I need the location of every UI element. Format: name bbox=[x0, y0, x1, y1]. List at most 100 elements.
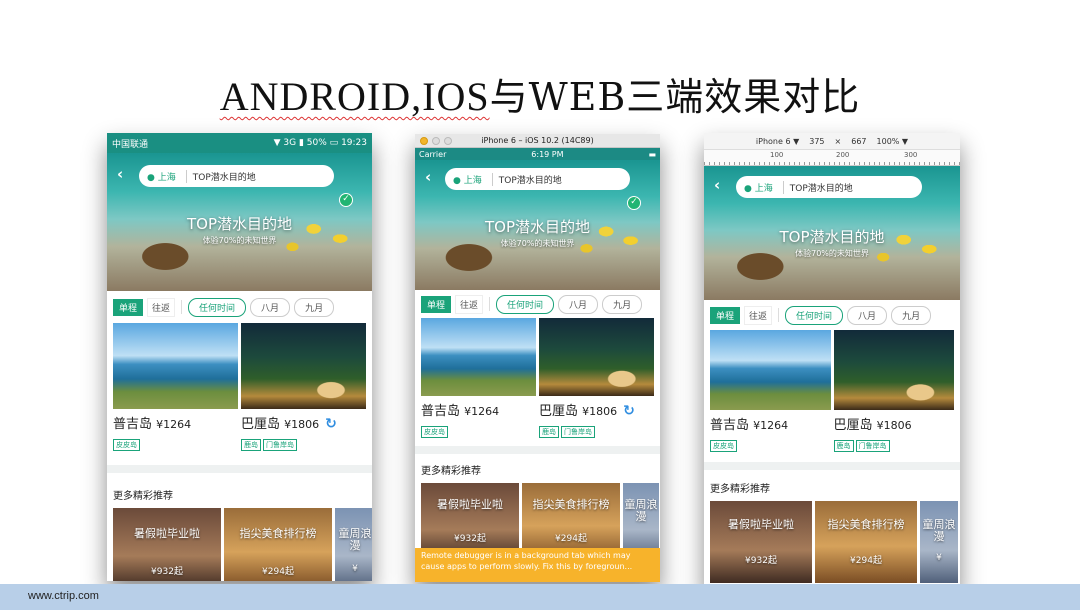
hero-title: TOP潜水目的地 bbox=[186, 215, 292, 233]
pill-september[interactable]: 九月 bbox=[891, 305, 932, 325]
destination-row: 普吉岛 ¥1264 皮皮岛 巴厘岛 ¥1806 ↻ 鹿岛 门鲁岸岛 bbox=[107, 323, 372, 451]
recommend-row: 暑假啦毕业啦 ¥932起 指尖美食排行榜 ¥294起 童周浪漫 ¥ bbox=[704, 501, 960, 583]
trip-tabs: 单程 往返 任何时间 八月 九月 bbox=[704, 300, 960, 330]
destination-title: 普吉岛 ¥1264 bbox=[421, 404, 500, 419]
search-pill[interactable]: ● 上海 TOP潜水目的地 bbox=[139, 165, 334, 187]
android-time: 19:23 bbox=[341, 138, 367, 148]
tab-oneway[interactable]: 单程 bbox=[710, 306, 741, 324]
minimize-window-icon[interactable] bbox=[432, 137, 440, 145]
destination-tag: 皮皮岛 bbox=[113, 439, 140, 451]
back-icon[interactable]: ‹ bbox=[425, 168, 431, 186]
slide-title: ANDROID,IOS与WEB三端效果对比 bbox=[0, 66, 1080, 121]
hero-banner: ‹ ● 上海 TOP潜水目的地 ✓ TOP潜水目的地 体验70%的未知世界 bbox=[107, 153, 372, 291]
destination-title: 巴厘岛 ¥1806 bbox=[833, 418, 912, 433]
hero-title: TOP潜水目的地 bbox=[779, 228, 885, 246]
slide-title-cn: 与WEB三端效果对比 bbox=[489, 75, 861, 119]
recommend-card[interactable]: 童周浪漫 ¥ bbox=[920, 501, 958, 583]
destination-card-bali[interactable]: 巴厘岛 ¥1806 鹿岛 门鲁岸岛 bbox=[833, 330, 954, 452]
hero-subtitle: 体验70%的未知世界 bbox=[202, 236, 277, 245]
trip-tabs: 单程 往返 任何时间 八月 九月 bbox=[107, 291, 372, 323]
pill-september[interactable]: 九月 bbox=[602, 294, 643, 314]
web-screenshot: iPhone 6 ▼ 375 × 667 100% ▼ 100 200 300 … bbox=[704, 133, 960, 591]
device-select[interactable]: iPhone 6 ▼ bbox=[756, 137, 799, 146]
destination-card-phuket[interactable]: 普吉岛 ¥1264 皮皮岛 bbox=[421, 318, 536, 438]
destination-title: 普吉岛 ¥1264 bbox=[710, 418, 789, 433]
hero-banner: ‹ ● 上海 TOP潜水目的地 ✓ TOP潜水目的地 体验70%的未知世界 bbox=[415, 160, 660, 290]
destination-tag: 门鲁岸岛 bbox=[561, 426, 595, 438]
back-icon[interactable]: ‹ bbox=[117, 165, 123, 183]
pill-august[interactable]: 八月 bbox=[558, 294, 599, 314]
slide-title-latin: ANDROID,IOS bbox=[219, 74, 490, 119]
search-pill[interactable]: ● 上海 TOP潜水目的地 bbox=[736, 176, 922, 198]
destination-card-phuket[interactable]: 普吉岛 ¥1264 皮皮岛 bbox=[113, 323, 238, 451]
ruler-label: 100 bbox=[770, 151, 784, 159]
recommend-card[interactable]: 指尖美食排行榜 ¥294起 bbox=[224, 508, 332, 581]
location-city[interactable]: ● 上海 bbox=[453, 172, 493, 186]
pill-anytime[interactable]: 任何时间 bbox=[785, 305, 844, 325]
share-icon[interactable]: ↻ bbox=[325, 416, 337, 432]
section-divider bbox=[107, 465, 372, 473]
pill-august[interactable]: 八月 bbox=[250, 297, 291, 317]
destination-tag: 鹿岛 bbox=[539, 426, 559, 438]
pill-anytime[interactable]: 任何时间 bbox=[496, 294, 555, 314]
destination-card-bali[interactable]: 巴厘岛 ¥1806 ↻ 鹿岛 门鲁岸岛 bbox=[241, 323, 366, 451]
pill-anytime[interactable]: 任何时间 bbox=[188, 297, 247, 317]
slide: ANDROID,IOS与WEB三端效果对比 中国联通 ▼ 3G ▮ 50% ▭ … bbox=[0, 0, 1080, 610]
zoom-select[interactable]: 100% ▼ bbox=[877, 137, 909, 146]
times-sign: × bbox=[834, 136, 842, 146]
hero-title: TOP潜水目的地 bbox=[484, 218, 590, 236]
divider bbox=[778, 308, 780, 322]
destination-row: 普吉岛 ¥1264 皮皮岛 巴厘岛 ¥1806 鹿岛 门鲁岸岛 bbox=[704, 330, 960, 452]
search-pill[interactable]: ● 上海 TOP潜水目的地 bbox=[445, 168, 630, 190]
more-recommend-title: 更多精彩推荐 bbox=[113, 491, 173, 502]
pill-september[interactable]: 九月 bbox=[294, 297, 335, 317]
back-icon[interactable]: ‹ bbox=[714, 176, 720, 194]
ruler-label: 200 bbox=[836, 151, 850, 159]
trip-tabs: 单程 往返 任何时间 八月 九月 bbox=[415, 290, 660, 318]
destination-tag: 鹿岛 bbox=[241, 439, 261, 451]
location-pin-icon: ● bbox=[147, 172, 158, 183]
search-text: TOP潜水目的地 bbox=[192, 172, 256, 183]
tab-oneway[interactable]: 单程 bbox=[421, 295, 452, 313]
destination-tag: 门鲁岸岛 bbox=[263, 439, 297, 451]
location-city[interactable]: ● 上海 bbox=[744, 180, 784, 194]
battery-icon: ▭ bbox=[329, 138, 339, 148]
simulator-title: iPhone 6 – iOS 10.2 (14C89) bbox=[481, 136, 594, 145]
destination-title: 巴厘岛 ¥1806 ↻ bbox=[241, 416, 337, 432]
tab-oneway[interactable]: 单程 bbox=[113, 298, 144, 316]
phuket-photo bbox=[710, 330, 831, 410]
recommend-card[interactable]: 童周浪漫 ¥ bbox=[335, 508, 372, 581]
battery-icon: ▬ bbox=[648, 149, 656, 159]
check-icon[interactable]: ✓ bbox=[339, 193, 353, 207]
ios-screenshot: iPhone 6 – iOS 10.2 (14C89) Carrier 6:19… bbox=[415, 134, 660, 582]
signal-icon: ▮ bbox=[298, 138, 304, 148]
destination-card-bali[interactable]: 巴厘岛 ¥1806 ↻ 鹿岛 门鲁岸岛 bbox=[539, 318, 654, 438]
bali-photo bbox=[241, 323, 366, 409]
android-carrier: 中国联通 bbox=[112, 139, 149, 150]
remote-debugger-warning[interactable]: Remote debugger is in a background tab w… bbox=[415, 548, 660, 582]
share-icon[interactable]: ↻ bbox=[623, 403, 635, 419]
check-icon[interactable]: ✓ bbox=[627, 196, 641, 210]
tab-roundtrip[interactable]: 往返 bbox=[744, 305, 773, 325]
zoom-window-icon[interactable] bbox=[444, 137, 452, 145]
recommend-card[interactable]: 暑假啦毕业啦 ¥932起 bbox=[710, 501, 812, 583]
recommend-card[interactable]: 指尖美食排行榜 ¥294起 bbox=[815, 501, 917, 583]
divider bbox=[489, 297, 491, 311]
width-value[interactable]: 375 bbox=[809, 137, 824, 146]
destination-card-phuket[interactable]: 普吉岛 ¥1264 皮皮岛 bbox=[710, 330, 831, 452]
tab-roundtrip[interactable]: 往返 bbox=[147, 297, 176, 317]
location-city[interactable]: ● 上海 bbox=[147, 169, 187, 183]
close-window-icon[interactable] bbox=[420, 137, 428, 145]
ios-carrier: Carrier bbox=[419, 149, 447, 159]
footer-url: www.ctrip.com bbox=[28, 590, 99, 602]
destination-tag: 鹿岛 bbox=[833, 440, 854, 452]
destination-row: 普吉岛 ¥1264 皮皮岛 巴厘岛 ¥1806 ↻ 鹿岛 门鲁岸岛 bbox=[415, 318, 660, 438]
pill-august[interactable]: 八月 bbox=[847, 305, 888, 325]
height-value[interactable]: 667 bbox=[851, 137, 866, 146]
destination-title: 巴厘岛 ¥1806 ↻ bbox=[539, 403, 635, 419]
tab-roundtrip[interactable]: 往返 bbox=[455, 294, 484, 314]
recommend-card[interactable]: 暑假啦毕业啦 ¥932起 bbox=[113, 508, 221, 581]
more-recommend-title: 更多精彩推荐 bbox=[421, 466, 481, 477]
search-text: TOP潜水目的地 bbox=[789, 183, 853, 194]
phuket-photo bbox=[113, 323, 238, 409]
